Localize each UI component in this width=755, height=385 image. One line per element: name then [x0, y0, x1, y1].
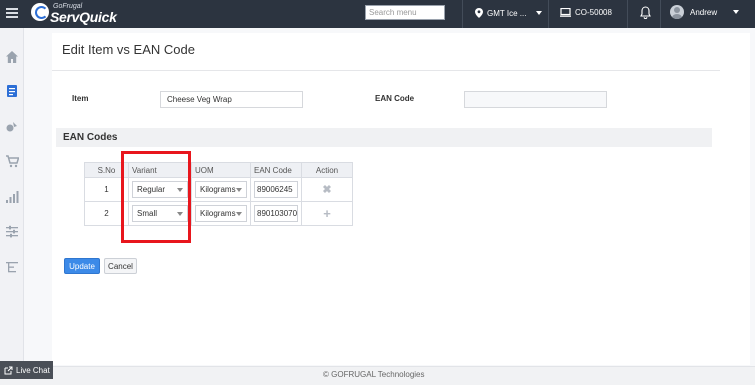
chevron-down-icon [733, 10, 740, 14]
item-field[interactable]: Cheese Veg Wrap [160, 91, 303, 108]
search-input[interactable] [365, 5, 445, 20]
live-chat-label: Live Chat [16, 365, 50, 375]
user-name: Andrew [690, 7, 718, 17]
map-pin-icon [475, 8, 483, 18]
ingredients-icon[interactable] [5, 120, 19, 134]
ean-code-field[interactable] [464, 91, 607, 108]
uom-select[interactable]: Kilograms [195, 205, 247, 222]
action-cell: ✖ [301, 177, 353, 202]
menu-icon[interactable] [6, 8, 18, 18]
item-label: Item [72, 94, 89, 103]
column-header-ean-code: EAN Code [250, 162, 302, 178]
update-button[interactable]: Update [64, 258, 100, 274]
settings-icon[interactable] [5, 224, 19, 238]
delete-icon[interactable]: ✖ [322, 184, 331, 196]
uom-value: Kilograms [200, 209, 236, 218]
chevron-down-icon [236, 187, 242, 192]
external-link-icon [4, 366, 13, 374]
live-chat-button[interactable]: Live Chat [0, 361, 53, 379]
avatar-icon [670, 5, 684, 19]
home-icon[interactable] [5, 50, 19, 64]
location-selector[interactable]: GMT Ice ... [475, 8, 543, 18]
ean-code-input[interactable]: 89006245 [254, 181, 298, 198]
section-header [56, 128, 712, 147]
user-menu[interactable]: Andrew [670, 5, 740, 19]
chevron-down-icon [236, 211, 242, 216]
top-bar: GoFrugal ServQuick GMT Ice ... CO-50008 … [0, 0, 755, 28]
logo-icon [31, 3, 49, 21]
ean-code-input[interactable]: 890103070 [254, 205, 298, 222]
divider [627, 0, 628, 28]
computer-icon [560, 8, 571, 17]
ean-cell: 89006245 [250, 177, 302, 202]
sidebar [0, 28, 24, 385]
logo-brand-main: ServQuick [50, 9, 117, 25]
divider [52, 70, 720, 71]
location-label: GMT Ice ... [487, 8, 527, 18]
divider [548, 0, 549, 28]
uom-select[interactable]: Kilograms [195, 181, 247, 198]
action-cell: + [301, 201, 353, 226]
column-header-uom: UOM [191, 162, 251, 178]
divider [462, 0, 463, 28]
uom-cell: Kilograms [191, 201, 251, 226]
uom-value: Kilograms [200, 185, 236, 194]
bell-icon[interactable] [640, 6, 651, 19]
catalog-icon[interactable] [5, 84, 19, 98]
footer-copyright: © GOFRUGAL Technologies [323, 370, 425, 379]
page-title: Edit Item vs EAN Code [62, 42, 195, 57]
reports-icon[interactable] [5, 190, 19, 204]
ean-code-label: EAN Code [375, 94, 415, 103]
divider [660, 0, 661, 28]
uom-cell: Kilograms [191, 177, 251, 202]
add-icon[interactable]: + [323, 206, 331, 221]
chevron-down-icon [536, 11, 543, 15]
highlight-box [121, 151, 191, 243]
section-title: EAN Codes [63, 132, 118, 143]
counter-label: CO-50008 [575, 8, 612, 17]
hierarchy-icon[interactable] [5, 260, 19, 274]
ean-cell: 890103070 [250, 201, 302, 226]
column-header-action: Action [301, 162, 353, 178]
counter-selector[interactable]: CO-50008 [560, 8, 612, 17]
cart-icon[interactable] [5, 154, 19, 168]
cancel-button[interactable]: Cancel [104, 258, 137, 274]
